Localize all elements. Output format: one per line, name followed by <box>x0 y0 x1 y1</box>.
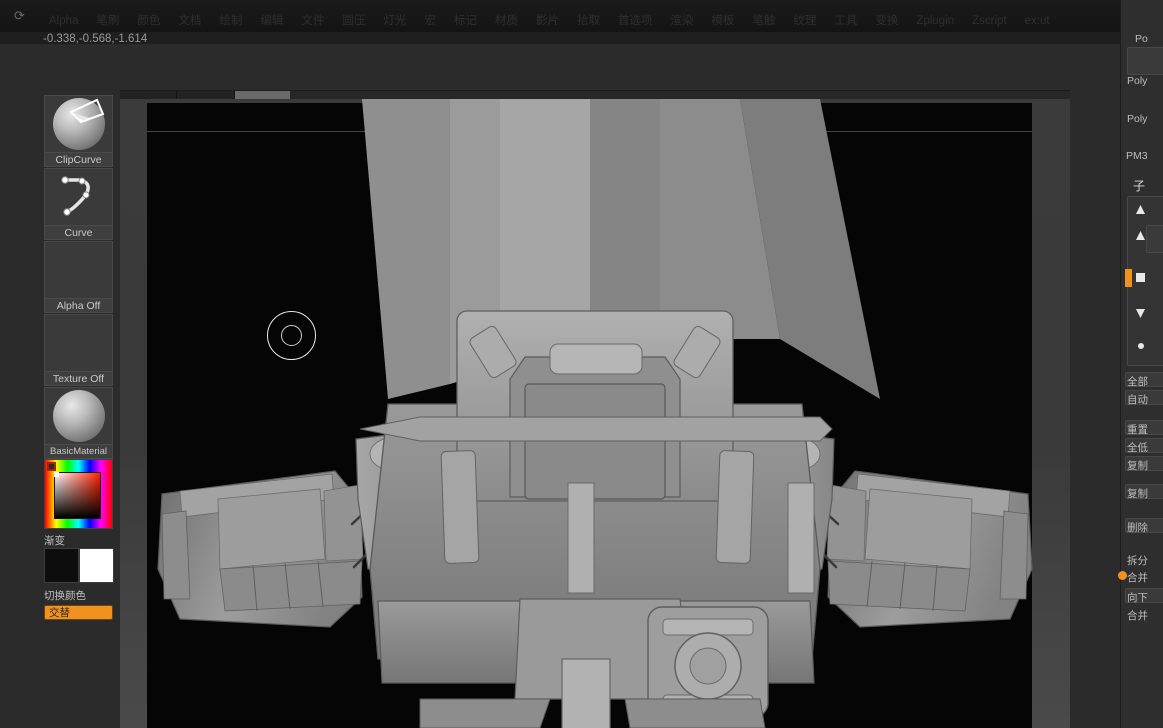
panel-label-po: Po <box>1135 33 1148 45</box>
menu-item-5[interactable]: 编辑 <box>251 14 292 28</box>
menu-item-12[interactable]: 影片 <box>527 14 568 28</box>
menu-item-4[interactable]: 绘制 <box>210 14 251 28</box>
color-picker-cursor <box>54 472 59 477</box>
color-picker-field[interactable] <box>54 472 101 519</box>
tool-subtool-panel: Po Poly Poly PM3 子 全部 自动 重置 全低 复制 复制 删除 … <box>1118 0 1163 728</box>
menu-item-16[interactable]: 模板 <box>702 14 743 28</box>
switch-color-label[interactable]: 切换颜色 <box>44 588 86 603</box>
panel-label-merge2[interactable]: 合并 <box>1127 608 1148 623</box>
alternate-button[interactable]: 交替 <box>44 605 113 620</box>
right-icon-toolbar: BPR SPix 3 Dynamic 透视 地网格 <box>1070 90 1120 728</box>
panel-label-split[interactable]: 拆分 <box>1127 553 1148 568</box>
menu-item-7[interactable]: 圆压 <box>333 14 374 28</box>
panel-label-copy1: 复制 <box>1127 460 1148 472</box>
zbrush-logo-icon[interactable]: ⟳ <box>14 9 28 23</box>
tile-label: Curve <box>44 226 113 240</box>
menu-item-20[interactable]: 变换 <box>866 14 907 28</box>
main-toolbar: 主页 灯稿 预览布尔渲染 Edit 绘 制 M 移动组 S 缩放组 R <box>0 44 1163 130</box>
menu-item-9[interactable]: 宏 <box>415 14 445 28</box>
tile-label: BasicMaterial <box>44 445 113 459</box>
document-scroll-bar[interactable] <box>120 90 1070 100</box>
texture-off-icon <box>44 314 113 372</box>
subtool-thumbnail[interactable] <box>1146 225 1163 253</box>
tile-label: ClipCurve <box>44 153 113 167</box>
color-picker-corner-marker <box>47 462 56 471</box>
merge-active-indicator <box>1118 571 1127 580</box>
menu-item-6[interactable]: 文件 <box>292 14 333 28</box>
tile-label: Alpha Off <box>44 299 113 313</box>
subtool-item-icon[interactable] <box>1138 343 1144 349</box>
menu-item-15[interactable]: 渲染 <box>661 14 702 28</box>
menu-item-17[interactable]: 笔触 <box>743 14 784 28</box>
subtool-item-icon[interactable] <box>1136 273 1145 282</box>
menu-item-23[interactable]: ex:ut <box>1016 14 1059 28</box>
menu-item-0[interactable]: Alpha <box>40 14 87 28</box>
tile-label: Texture Off <box>44 372 113 386</box>
main-menu-bar: ⟳ Alpha 笔刷 颜色 文档 绘制 编辑 文件 圆压 灯光宏标记 材质 影片 拾取 首选项 渲染 模板笔… <box>0 0 1163 45</box>
panel-label-all: 全部 <box>1127 376 1148 388</box>
gradient-label[interactable]: 渐变 <box>44 533 65 548</box>
sidebar-tile-material[interactable]: BasicMaterial <box>44 387 113 459</box>
subtool-item-icon[interactable] <box>1136 231 1145 240</box>
primary-color-swatch[interactable] <box>44 548 79 583</box>
secondary-color-swatch[interactable] <box>79 548 114 583</box>
clipcurve-icon <box>44 95 113 153</box>
subtool-panel-header: 子 <box>1133 179 1146 193</box>
menu-item-list: Alpha 笔刷 颜色 文档 绘制 编辑 文件 圆压 灯光宏标记 材质 影片 拾取 首选项 渲染 模板 笔触纹… <box>40 13 1059 29</box>
subtool-item-icon[interactable] <box>1136 309 1145 318</box>
menu-item-1[interactable]: 笔刷 <box>87 14 128 28</box>
menu-item-14[interactable]: 首选项 <box>609 14 662 28</box>
menu-item-10[interactable]: 标记 <box>445 14 486 28</box>
sculpted-mesh-model <box>157 99 1033 728</box>
color-picker[interactable] <box>44 459 113 529</box>
panel-thumbnail-box[interactable] <box>1127 47 1163 75</box>
basic-material-icon <box>44 387 113 445</box>
brush-cursor-inner-ring <box>281 325 302 346</box>
panel-label-reset: 重置 <box>1127 424 1148 436</box>
menu-item-2[interactable]: 颜色 <box>128 14 169 28</box>
3d-viewport[interactable] <box>120 99 1070 728</box>
panel-label-poly1[interactable]: Poly <box>1127 75 1147 87</box>
menu-item-3[interactable]: 文档 <box>169 14 210 28</box>
panel-label-merge-down: 向下 <box>1127 592 1148 604</box>
menu-item-11[interactable]: 材质 <box>486 14 527 28</box>
menu-item-21[interactable]: Zplugin <box>907 14 963 28</box>
alpha-off-icon <box>44 241 113 299</box>
panel-label-auto: 自动 <box>1127 394 1148 406</box>
zbrush-application-window: ⟳ Alpha 笔刷 颜色 文档 绘制 编辑 文件 圆压 灯光宏标记 材质 影片 拾取 首选项 渲染 模板笔… <box>0 0 1163 728</box>
subtool-active-indicator <box>1125 269 1132 287</box>
sidebar-tile-texture[interactable]: Texture Off <box>44 314 113 386</box>
panel-label-poly2[interactable]: Poly <box>1127 113 1147 125</box>
menu-item-18[interactable]: 纹理 <box>784 14 825 28</box>
sidebar-tile-clipcurve[interactable]: ClipCurve <box>44 95 113 167</box>
subtool-item-icon[interactable] <box>1136 205 1145 214</box>
menu-item-22[interactable]: Zscript <box>963 14 1016 28</box>
subtool-list[interactable] <box>1125 196 1163 366</box>
sidebar-tile-alpha[interactable]: Alpha Off <box>44 241 113 313</box>
menu-item-13[interactable]: 拾取 <box>568 14 609 28</box>
panel-label-delete: 删除 <box>1127 522 1148 534</box>
panel-label-merge[interactable]: 合并 <box>1127 570 1148 585</box>
sidebar-tile-curve[interactable]: Curve <box>44 168 113 240</box>
curve-icon <box>44 168 113 226</box>
menu-item-19[interactable]: 工具 <box>825 14 866 28</box>
panel-label-alllow: 全低 <box>1127 442 1148 454</box>
panel-label-pm3[interactable]: PM3 <box>1126 150 1148 162</box>
panel-label-copy2: 复制 <box>1127 488 1148 500</box>
menu-item-8[interactable]: 灯光 <box>374 14 415 28</box>
